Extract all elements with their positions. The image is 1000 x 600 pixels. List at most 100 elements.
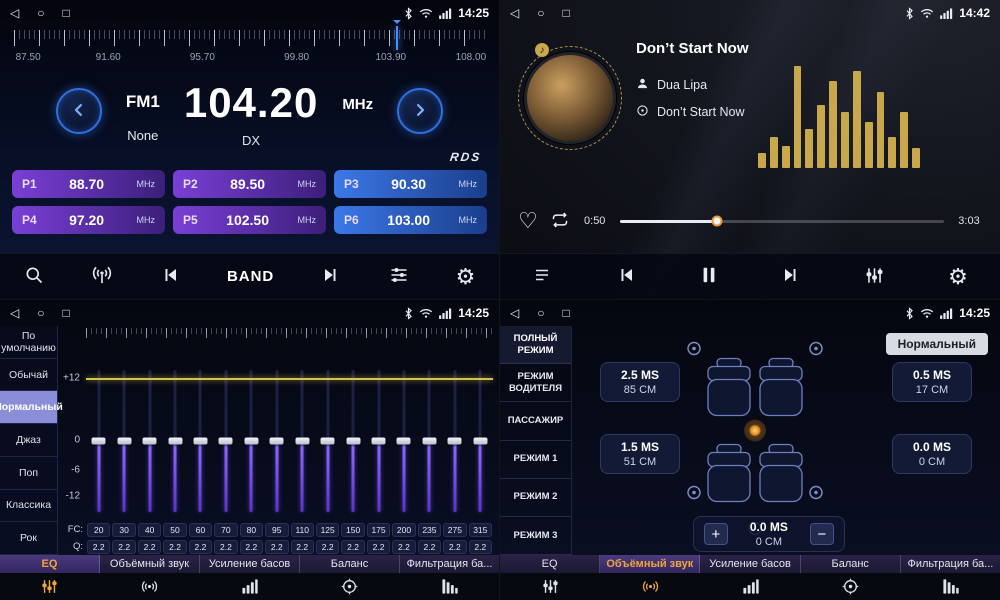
eq-band-slider[interactable] <box>162 366 187 514</box>
eq-band-slider[interactable] <box>417 366 442 514</box>
eq-band-slider[interactable] <box>264 366 289 514</box>
radio-preset-p4[interactable]: P497.20MHz <box>12 206 165 234</box>
audio-tab-5[interactable]: Фильтрация ба... <box>400 555 499 573</box>
playlist-button[interactable] <box>528 262 556 291</box>
listening-mode-item[interactable]: РЕЖИМ 1 <box>500 441 571 479</box>
recent-nav-icon[interactable]: □ <box>562 7 569 19</box>
radio-preset-p5[interactable]: P5102.50MHz <box>173 206 326 234</box>
eq-slider-knob[interactable] <box>473 438 487 445</box>
bass-boost-icon[interactable] <box>700 578 800 595</box>
eq-preset-item[interactable]: Рок <box>0 522 57 555</box>
eq-preset-item[interactable]: По умолчанию <box>0 326 57 359</box>
eq-slider-knob[interactable] <box>346 438 360 445</box>
eq-slider-knob[interactable] <box>143 438 157 445</box>
back-nav-icon[interactable]: ◁ <box>10 7 19 19</box>
eq-slider-knob[interactable] <box>219 438 233 445</box>
eq-slider-knob[interactable] <box>168 438 182 445</box>
repeat-button[interactable] <box>550 211 570 232</box>
next-station-button[interactable] <box>317 262 345 291</box>
eq-slider-knob[interactable] <box>397 438 411 445</box>
eq-band-slider[interactable] <box>137 366 162 514</box>
recent-nav-icon[interactable]: □ <box>62 307 69 319</box>
eq-preset-item[interactable]: Поп <box>0 457 57 490</box>
tune-down-button[interactable] <box>56 88 102 134</box>
home-nav-icon[interactable]: ○ <box>37 7 44 19</box>
audio-tab-3[interactable]: Усиление басов <box>700 555 800 573</box>
audio-settings-button[interactable] <box>385 261 413 292</box>
decrease-delay-button[interactable]: − <box>810 523 834 545</box>
listening-mode-item[interactable]: РЕЖИМ ВОДИТЕЛЯ <box>500 364 571 402</box>
audio-tab-1[interactable]: EQ <box>500 555 600 573</box>
eq-band-slider[interactable] <box>366 366 391 514</box>
next-track-button[interactable] <box>777 262 805 291</box>
back-nav-icon[interactable]: ◁ <box>510 7 519 19</box>
frequency-pointer[interactable] <box>396 26 398 50</box>
previous-track-button[interactable] <box>612 262 640 291</box>
listening-mode-item[interactable]: ПОЛНЫЙ РЕЖИМ <box>500 326 571 364</box>
seek-bar[interactable] <box>620 220 944 223</box>
favorite-button[interactable]: ♡ <box>518 210 538 232</box>
seek-knob[interactable] <box>712 216 723 227</box>
increase-delay-button[interactable]: + <box>704 523 728 545</box>
eq-slider-knob[interactable] <box>372 438 386 445</box>
eq-band-slider[interactable] <box>340 366 365 514</box>
bass-boost-icon[interactable] <box>200 578 300 595</box>
subwoofer-filter-icon[interactable] <box>900 578 1000 595</box>
eq-band-slider[interactable] <box>290 366 315 514</box>
eq-slider-knob[interactable] <box>244 438 258 445</box>
home-nav-icon[interactable]: ○ <box>37 307 44 319</box>
audio-tab-1[interactable]: EQ <box>0 555 100 573</box>
delay-card-rear-right[interactable]: 0.0 MS 0 CM <box>892 434 972 474</box>
eq-band-slider[interactable] <box>111 366 136 514</box>
radio-preset-p6[interactable]: P6103.00MHz <box>334 206 487 234</box>
broadcast-button[interactable] <box>87 261 117 292</box>
recent-nav-icon[interactable]: □ <box>62 7 69 19</box>
delay-card-front-right[interactable]: 0.5 MS 17 CM <box>892 362 972 402</box>
listening-mode-item[interactable]: ПАССАЖИР <box>500 402 571 440</box>
pause-button[interactable] <box>697 262 721 291</box>
balance-icon[interactable] <box>299 578 399 595</box>
balance-icon[interactable] <box>800 578 900 595</box>
equalizer-button[interactable] <box>861 262 888 292</box>
audio-tab-2[interactable]: Объёмный звук <box>600 555 700 573</box>
eq-slider-knob[interactable] <box>92 438 106 445</box>
surround-sound-icon[interactable] <box>100 578 200 595</box>
radio-preset-p1[interactable]: P188.70MHz <box>12 170 165 198</box>
frequency-ruler[interactable]: 87.5091.6095.7099.80103.90108.00 <box>14 28 485 72</box>
listening-mode-item[interactable]: РЕЖИМ 2 <box>500 479 571 517</box>
eq-preset-item[interactable]: Обычай <box>0 359 57 392</box>
eq-band-slider[interactable] <box>188 366 213 514</box>
tune-up-button[interactable] <box>397 88 443 134</box>
eq-slider-knob[interactable] <box>295 438 309 445</box>
eq-sliders-icon[interactable] <box>0 578 100 595</box>
home-nav-icon[interactable]: ○ <box>537 7 544 19</box>
settings-button[interactable]: ⚙ <box>944 262 972 292</box>
delay-card-rear-left[interactable]: 1.5 MS 51 CM <box>600 434 680 474</box>
eq-band-slider[interactable] <box>468 366 493 514</box>
subwoofer-filter-icon[interactable] <box>399 578 499 595</box>
eq-band-slider[interactable] <box>442 366 467 514</box>
eq-slider-knob[interactable] <box>270 438 284 445</box>
listening-mode-item[interactable]: РЕЖИМ 3 <box>500 517 571 555</box>
eq-sliders-icon[interactable] <box>500 578 600 595</box>
back-nav-icon[interactable]: ◁ <box>510 307 519 319</box>
audio-tab-4[interactable]: Баланс <box>300 555 400 573</box>
eq-slider-knob[interactable] <box>422 438 436 445</box>
band-button[interactable]: BAND <box>223 264 278 289</box>
eq-slider-knob[interactable] <box>117 438 131 445</box>
eq-preset-item[interactable]: Нормальный <box>0 391 57 424</box>
audio-tab-2[interactable]: Объёмный звук <box>100 555 200 573</box>
home-nav-icon[interactable]: ○ <box>537 307 544 319</box>
scan-search-button[interactable] <box>20 261 48 292</box>
eq-band-slider[interactable] <box>86 366 111 514</box>
settings-button[interactable]: ⚙ <box>452 262 480 292</box>
eq-band-slider[interactable] <box>239 366 264 514</box>
eq-band-slider[interactable] <box>213 366 238 514</box>
radio-preset-p3[interactable]: P390.30MHz <box>334 170 487 198</box>
audio-tab-5[interactable]: Фильтрация ба... <box>901 555 1000 573</box>
eq-slider-knob[interactable] <box>448 438 462 445</box>
profile-button[interactable]: Нормальный <box>886 333 988 355</box>
back-nav-icon[interactable]: ◁ <box>10 307 19 319</box>
eq-slider-knob[interactable] <box>321 438 335 445</box>
delay-card-front-left[interactable]: 2.5 MS 85 CM <box>600 362 680 402</box>
